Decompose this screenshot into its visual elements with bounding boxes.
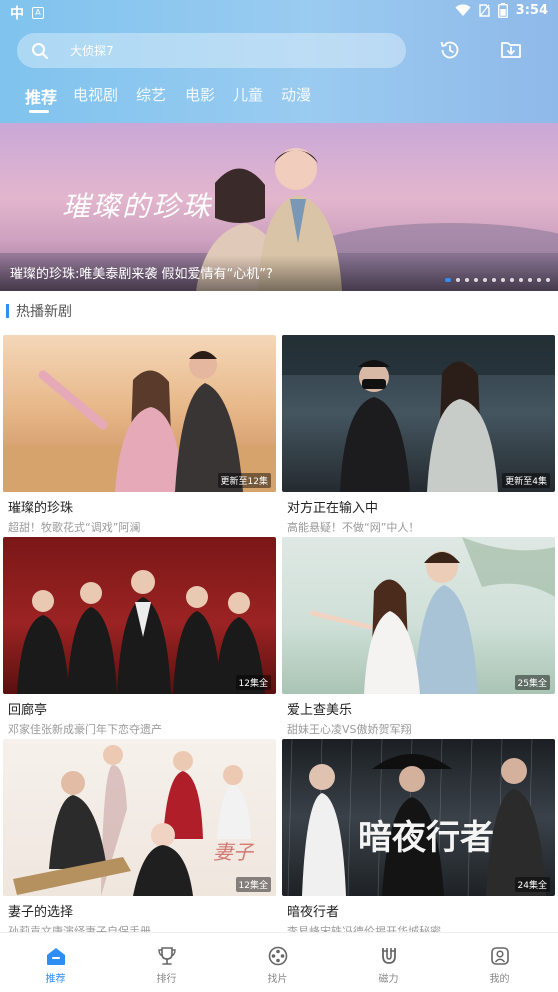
section-accent-bar (6, 304, 9, 318)
drama-poster: 妻子 12集全 (3, 739, 276, 896)
episode-badge: 24集全 (514, 877, 550, 892)
episode-badge: 更新至12集 (217, 473, 271, 488)
drama-poster: 12集全 (3, 537, 276, 694)
drama-title: 对方正在输入中 (287, 501, 379, 516)
search-input[interactable]: 大侦探7 (70, 42, 114, 59)
drama-poster: 暗夜行者 24集全 (282, 739, 555, 896)
episode-badge: 25集全 (514, 675, 550, 690)
notification-a-icon: A (32, 7, 44, 19)
nav-magnet[interactable]: 磁力 (333, 933, 444, 992)
drama-subtitle: 甜妹王心凌VS傲娇贺军翔 (287, 723, 412, 736)
drama-poster: 更新至12集 (3, 335, 276, 492)
svg-text:妻子: 妻子 (213, 840, 255, 864)
episode-badge: 12集全 (235, 877, 271, 892)
pager-dot[interactable] (537, 278, 541, 282)
section-header: 热播新剧 (6, 301, 72, 321)
nav-label: 我的 (489, 974, 510, 985)
tab-variety[interactable]: 综艺 (136, 84, 166, 105)
download-folder-icon[interactable] (499, 38, 523, 62)
wifi-icon (455, 4, 471, 17)
category-tabs: 推荐 电视剧 综艺 电影 儿童 动漫 (0, 84, 558, 114)
nav-ranking[interactable]: 排行 (111, 933, 222, 992)
drama-poster: 更新至4集 (282, 335, 555, 492)
magnet-icon (382, 948, 396, 964)
pager-dot[interactable] (465, 278, 469, 282)
tab-kids[interactable]: 儿童 (233, 84, 263, 105)
search-bar[interactable]: 大侦探7 (17, 33, 406, 68)
battery-icon (497, 3, 508, 18)
drama-card[interactable]: 更新至12集 璀璨的珍珠 超甜！牧歌花式“调戏”阿澜 (3, 335, 276, 535)
section-title: 热播新剧 (16, 304, 72, 320)
profile-icon (491, 947, 509, 965)
banner-pager-dots (445, 278, 550, 282)
drama-card[interactable]: 25集全 爱上查美乐 甜妹王心凌VS傲娇贺军翔 (282, 537, 555, 737)
nav-recommend[interactable]: 推荐 (0, 933, 111, 992)
app-header: 中 A 3:54 大侦探7 推荐 电视剧 综艺 电影 儿童 动漫 (0, 0, 558, 123)
svg-text:暗夜行者: 暗夜行者 (358, 818, 494, 858)
film-reel-icon (268, 946, 288, 966)
no-sim-icon (478, 4, 490, 17)
drama-card[interactable]: 12集全 回廊亭 邓家佳张新成豪门年下恋夺遗产 (3, 537, 276, 737)
nav-label: 推荐 (45, 974, 66, 985)
clock: 3:54 (515, 3, 548, 18)
drama-title: 爱上查美乐 (287, 703, 353, 718)
home-icon (47, 948, 65, 965)
drama-card[interactable]: 暗夜行者 24集全 暗夜行者 李易峰宋轶冯德伦揭开华城秘密 (282, 739, 555, 939)
nav-profile[interactable]: 我的 (444, 933, 555, 992)
history-icon[interactable] (438, 38, 462, 62)
bottom-navigation: 推荐 排行 找片 磁力 我的 (0, 932, 558, 992)
episode-badge: 更新至4集 (502, 473, 550, 488)
drama-title: 妻子的选择 (8, 905, 74, 920)
pager-dot[interactable] (492, 278, 496, 282)
nav-label: 排行 (156, 974, 177, 985)
tab-anime[interactable]: 动漫 (281, 84, 311, 105)
banner-title-art: 璀璨的珍珠 (62, 190, 213, 223)
status-bar: 中 A 3:54 (0, 0, 558, 26)
drama-subtitle: 高能悬疑！不做“网”中人！ (287, 521, 420, 534)
episode-badge: 12集全 (235, 675, 271, 690)
active-tab-indicator (29, 110, 49, 113)
pager-dot[interactable] (528, 278, 532, 282)
drama-subtitle: 邓家佳张新成豪门年下恋夺遗产 (8, 723, 162, 736)
tab-tv-series[interactable]: 电视剧 (73, 84, 118, 105)
tab-recommended[interactable]: 推荐 (25, 84, 57, 108)
drama-title: 回廊亭 (8, 703, 48, 718)
pager-dot[interactable] (456, 278, 460, 282)
pager-dot[interactable] (483, 278, 487, 282)
pager-dot[interactable] (510, 278, 514, 282)
pager-dot[interactable] (445, 278, 451, 282)
drama-title: 璀璨的珍珠 (8, 501, 74, 516)
trophy-icon (158, 947, 176, 965)
pager-dot[interactable] (546, 278, 550, 282)
pager-dot[interactable] (519, 278, 523, 282)
drama-poster: 25集全 (282, 537, 555, 694)
search-icon (32, 43, 49, 60)
nav-label: 磁力 (378, 974, 399, 985)
drama-card[interactable]: 妻子 12集全 妻子的选择 孙莉袁文康演绎妻子自保手册 (3, 739, 276, 939)
app-notification-icon: 中 (10, 6, 24, 22)
featured-banner[interactable]: 璀璨的珍珠 璀璨的珍珠:唯美泰剧来袭 假如爱情有“心机”? (0, 123, 558, 291)
drama-title: 暗夜行者 (287, 905, 340, 920)
pager-dot[interactable] (474, 278, 478, 282)
drama-subtitle: 超甜！牧歌花式“调戏”阿澜 (8, 521, 141, 534)
nav-label: 找片 (267, 974, 288, 985)
nav-discover[interactable]: 找片 (222, 933, 333, 992)
pager-dot[interactable] (501, 278, 505, 282)
tab-movies[interactable]: 电影 (185, 84, 215, 105)
banner-caption: 璀璨的珍珠:唯美泰剧来袭 假如爱情有“心机”? (10, 267, 273, 282)
drama-card[interactable]: 更新至4集 对方正在输入中 高能悬疑！不做“网”中人！ (282, 335, 555, 535)
